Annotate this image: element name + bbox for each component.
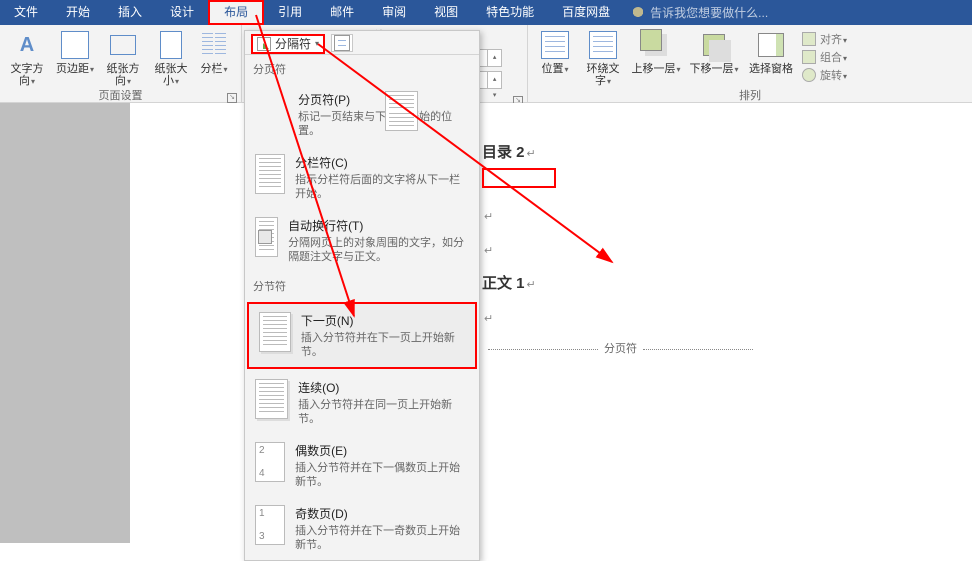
break-item-page[interactable]: 分页符(P)标记一页结束与下一页开始的位置。 [245, 83, 479, 146]
odd-page-break-icon [255, 505, 285, 545]
empty-paragraph-1 [482, 203, 759, 229]
break-item-continuous[interactable]: 连续(O)插入分节符并在同一页上开始新节。 [245, 371, 479, 434]
page-break-marker: 分页符 [482, 337, 759, 361]
align-icon [802, 32, 816, 46]
group-button[interactable]: 组合 [802, 49, 847, 65]
break-item-column[interactable]: 分栏符(C)指示分栏符后面的文字将从下一栏开始。 [245, 146, 479, 209]
page-setup-expander[interactable]: ↘ [227, 93, 237, 103]
break-item-even-page[interactable]: 偶数页(E)插入分节符并在下一偶数页上开始新节。 [245, 434, 479, 497]
break-item-odd-page[interactable]: 奇数页(D)插入分节符并在下一奇数页上开始新节。 [245, 497, 479, 560]
breaks-icon [257, 37, 271, 51]
group-title-page-setup: 页面设置↘ [6, 88, 235, 104]
page-break-icon [385, 91, 418, 131]
tab-home[interactable]: 开始 [52, 0, 104, 25]
tell-me[interactable]: 告诉我您想要做什么... [632, 0, 768, 25]
breaks-dropdown: 分隔符 ▾ 分页符 分页符(P)标记一页结束与下一页开始的位置。 分栏符(C)指… [244, 30, 480, 561]
line-numbers-button[interactable] [331, 34, 353, 52]
tab-review[interactable]: 审阅 [368, 0, 420, 25]
position-button[interactable]: 位置 [534, 27, 576, 76]
orientation-button[interactable]: 纸张方向 [102, 27, 144, 88]
selection-pane-button[interactable]: 选择窗格 [746, 27, 796, 75]
group-title-arrange: 排列 [534, 88, 966, 104]
even-page-break-icon [255, 442, 285, 482]
break-item-wrap[interactable]: 自动换行符(T)分隔网页上的对象周围的文字，如分隔题注文字与正文。 [245, 209, 479, 272]
group-arrange: 位置 环绕文字 上移一层 下移一层 选择窗格 对齐 组合 旋转 [528, 25, 972, 102]
rotate-button[interactable]: 旋转 [802, 67, 847, 83]
ribbon: A 文字方向 页边距 纸张方向 纸张大小 分栏 页面设置↘ [0, 25, 972, 103]
orientation-label: 纸张方向 [102, 63, 144, 88]
menu-bar: 文件 开始 插入 设计 布局 引用 邮件 审阅 视图 特色功能 百度网盘 告诉我… [0, 0, 972, 25]
next-page-break-icon [259, 312, 291, 352]
position-label: 位置 [541, 63, 568, 76]
lightbulb-icon [632, 7, 644, 19]
align-button[interactable]: 对齐 [802, 31, 847, 47]
send-backward-label: 下移一层 [689, 63, 738, 76]
chevron-down-icon: ▾ [315, 39, 319, 48]
tab-mailings[interactable]: 邮件 [316, 0, 368, 25]
document-body[interactable]: 目录 2 正文 1 分页符 [482, 140, 759, 361]
tell-me-placeholder: 告诉我您想要做什么... [650, 4, 768, 21]
columns-button[interactable]: 分栏 [198, 27, 230, 76]
text-direction-button[interactable]: A 文字方向 [6, 27, 48, 88]
tab-file[interactable]: 文件 [0, 0, 52, 25]
section-header-page-breaks: 分页符 [245, 55, 479, 83]
tab-references[interactable]: 引用 [264, 0, 316, 25]
wrap-text-label: 环绕文字 [582, 63, 624, 88]
breaks-label: 分隔符 [275, 35, 311, 52]
wrap-text-button[interactable]: 环绕文字 [582, 27, 624, 88]
section-header-section-breaks: 分节符 [245, 272, 479, 300]
group-page-setup: A 文字方向 页边距 纸张方向 纸张大小 分栏 页面设置↘ [0, 25, 242, 102]
cursor-highlight [482, 168, 556, 188]
paper-size-label: 纸张大小 [150, 63, 192, 88]
cursor-line [482, 168, 759, 195]
tab-baidu[interactable]: 百度网盘 [548, 0, 624, 25]
send-backward-button[interactable]: 下移一层 [688, 27, 740, 76]
breaks-button[interactable]: 分隔符 ▾ [251, 34, 325, 54]
empty-paragraph-3 [482, 305, 759, 331]
empty-paragraph-2 [482, 237, 759, 263]
paper-size-button[interactable]: 纸张大小 [150, 27, 192, 88]
column-break-icon [255, 154, 285, 194]
tab-special[interactable]: 特色功能 [472, 0, 548, 25]
rotate-icon [802, 68, 816, 82]
bring-forward-button[interactable]: 上移一层 [630, 27, 682, 76]
continuous-break-icon [255, 379, 288, 419]
bring-forward-label: 上移一层 [631, 63, 680, 76]
tab-layout[interactable]: 布局 [208, 0, 264, 25]
tab-view[interactable]: 视图 [420, 0, 472, 25]
group-icon [802, 50, 816, 64]
break-item-next-page[interactable]: 下一页(N)插入分节符并在下一页上开始新节。 [247, 302, 477, 369]
text-direction-label: 文字方向 [6, 63, 48, 88]
tab-insert[interactable]: 插入 [104, 0, 156, 25]
margins-button[interactable]: 页边距 [54, 27, 96, 76]
spin-up-icon[interactable]: ▴ [488, 50, 501, 66]
heading-body: 正文 1 [482, 271, 759, 297]
tab-design[interactable]: 设计 [156, 0, 208, 25]
margins-label: 页边距 [56, 63, 94, 76]
spin-up-icon[interactable]: ▴ [488, 72, 501, 88]
text-wrap-break-icon [255, 217, 278, 257]
columns-label: 分栏 [200, 63, 227, 76]
selection-pane-label: 选择窗格 [749, 63, 793, 75]
heading-toc: 目录 2 [482, 140, 759, 166]
